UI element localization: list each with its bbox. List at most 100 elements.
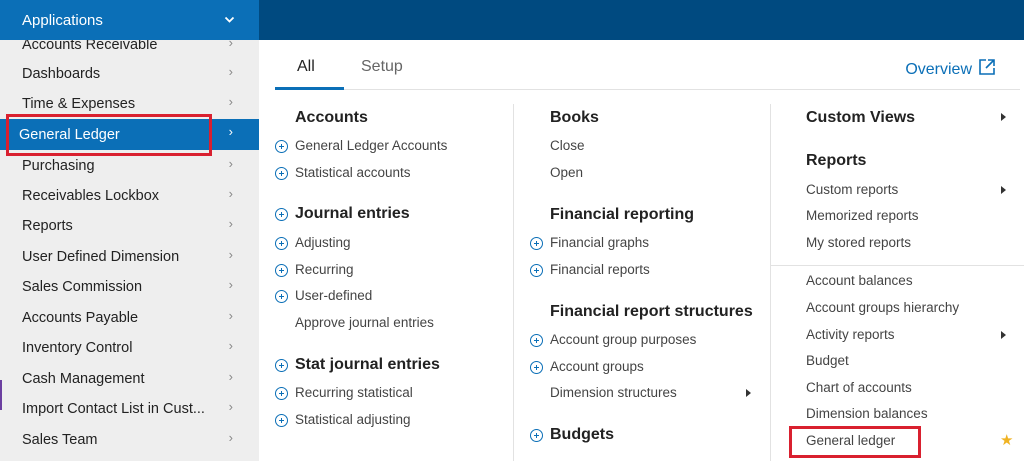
overview-label: Overview	[905, 60, 972, 78]
highlight-box-general-ledger-report	[789, 426, 921, 458]
heading-accounts: Accounts	[295, 109, 368, 126]
heading-custom-views[interactable]: Custom Views	[806, 109, 915, 127]
chevron-right-icon: ›	[228, 124, 233, 139]
add-icon[interactable]	[275, 290, 288, 303]
add-icon[interactable]	[275, 359, 288, 372]
link-account-groups[interactable]: Account groups	[550, 359, 644, 374]
link-user-defined[interactable]: User-defined	[295, 288, 372, 303]
chevron-right-icon: ›	[228, 40, 233, 50]
sidebar-item-label: Accounts Receivable	[22, 40, 158, 53]
column-divider	[770, 104, 771, 461]
chevron-right-icon: ›	[228, 216, 233, 231]
link-financial-graphs[interactable]: Financial graphs	[550, 235, 649, 250]
heading-financial-reporting: Financial reporting	[550, 206, 695, 223]
link-approve-journal-entries[interactable]: Approve journal entries	[295, 315, 434, 330]
sidebar-item-label: Import Contact List in Cust...	[22, 401, 205, 417]
submenu-arrow-icon	[1001, 331, 1006, 339]
sidebar-item-reports[interactable]: Reports ›	[0, 211, 259, 241]
chevron-right-icon: ›	[228, 247, 233, 262]
heading-journal-entries: Journal entries	[295, 205, 410, 222]
link-dimension-structures[interactable]: Dimension structures	[550, 385, 677, 400]
heading-reports: Reports	[806, 152, 867, 169]
sidebar-item-accounts-receivable[interactable]: Accounts Receivable ›	[0, 40, 259, 60]
link-open[interactable]: Open	[550, 165, 583, 180]
link-recurring[interactable]: Recurring	[295, 262, 354, 277]
heading-books: Books	[550, 109, 599, 126]
chevron-down-icon	[224, 12, 235, 27]
sidebar-item-sales-commission[interactable]: Sales Commission ›	[0, 272, 259, 302]
add-icon[interactable]	[275, 140, 288, 153]
chevron-right-icon: ›	[228, 64, 233, 79]
chevron-right-icon: ›	[228, 186, 233, 201]
highlight-box-general-ledger	[6, 114, 212, 156]
link-financial-reports[interactable]: Financial reports	[550, 262, 650, 277]
sidebar-item-label: Inventory Control	[22, 340, 133, 356]
applications-label: Applications	[22, 11, 103, 29]
link-dimension-balances[interactable]: Dimension balances	[806, 406, 928, 421]
submenu-arrow-icon	[746, 389, 751, 397]
add-icon[interactable]	[530, 429, 543, 442]
sidebar-item-label: Accounts Payable	[22, 310, 139, 326]
add-icon[interactable]	[530, 334, 543, 347]
add-icon[interactable]	[275, 387, 288, 400]
link-custom-reports[interactable]: Custom reports	[806, 182, 898, 197]
active-tab-indicator	[275, 87, 344, 90]
chevron-right-icon: ›	[228, 156, 233, 171]
link-chart-of-accounts[interactable]: Chart of accounts	[806, 380, 912, 395]
sidebar-item-label: Sales Commission	[22, 279, 143, 295]
favorite-star-icon[interactable]: ★	[1000, 431, 1013, 449]
add-icon[interactable]	[530, 237, 543, 250]
chevron-right-icon: ›	[228, 399, 233, 414]
chevron-right-icon: ›	[228, 430, 233, 445]
sidebar-item-receivables-lockbox[interactable]: Receivables Lockbox ›	[0, 181, 259, 211]
add-icon[interactable]	[530, 361, 543, 374]
link-budget[interactable]: Budget	[806, 353, 849, 368]
sidebar-item-label: Purchasing	[22, 158, 95, 174]
sidebar-item-label: Reports	[22, 218, 73, 234]
chevron-right-icon: ›	[228, 308, 233, 323]
external-link-icon	[978, 58, 996, 81]
chevron-right-icon: ›	[228, 338, 233, 353]
applications-menu-button[interactable]: Applications	[0, 0, 259, 40]
sidebar-item-accounts-payable[interactable]: Accounts Payable ›	[0, 303, 259, 333]
column-divider	[513, 104, 514, 461]
link-account-group-purposes[interactable]: Account group purposes	[550, 332, 696, 347]
sidebar-item-dashboards[interactable]: Dashboards ›	[0, 59, 259, 89]
overview-link[interactable]: Overview	[905, 58, 996, 81]
link-activity-reports[interactable]: Activity reports	[806, 327, 895, 342]
tab-setup[interactable]: Setup	[361, 58, 403, 76]
sidebar-item-label: Time & Expenses	[22, 96, 136, 112]
link-adjusting[interactable]: Adjusting	[295, 235, 351, 250]
link-account-groups-hierarchy[interactable]: Account groups hierarchy	[806, 300, 959, 315]
add-icon[interactable]	[275, 264, 288, 277]
sidebar-item-user-defined-dimension[interactable]: User Defined Dimension ›	[0, 242, 259, 272]
sidebar-item-label: Receivables Lockbox	[22, 188, 160, 204]
add-icon[interactable]	[275, 208, 288, 221]
link-statistical-adjusting[interactable]: Statistical adjusting	[295, 412, 411, 427]
link-my-stored-reports[interactable]: My stored reports	[806, 235, 911, 250]
add-icon[interactable]	[275, 167, 288, 180]
link-recurring-statistical[interactable]: Recurring statistical	[295, 385, 413, 400]
sidebar-item-sales-team[interactable]: Sales Team ›	[0, 425, 259, 455]
link-memorized-reports[interactable]: Memorized reports	[806, 208, 919, 223]
link-close[interactable]: Close	[550, 138, 585, 153]
section-divider	[771, 265, 1024, 266]
sidebar-item-label: User Defined Dimension	[22, 249, 180, 265]
chevron-right-icon: ›	[228, 94, 233, 109]
heading-stat-journal-entries: Stat journal entries	[295, 356, 440, 373]
add-icon[interactable]	[275, 414, 288, 427]
link-statistical-accounts[interactable]: Statistical accounts	[295, 165, 411, 180]
heading-budgets: Budgets	[550, 426, 614, 443]
chevron-right-icon: ›	[228, 277, 233, 292]
add-icon[interactable]	[530, 264, 543, 277]
applications-sidebar: Accounts Receivable › Dashboards › Time …	[0, 40, 259, 461]
link-general-ledger-accounts[interactable]: General Ledger Accounts	[295, 138, 447, 153]
add-icon[interactable]	[275, 237, 288, 250]
sidebar-item-label: Cash Management	[22, 371, 145, 387]
sidebar-item-inventory-control[interactable]: Inventory Control ›	[0, 333, 259, 363]
sidebar-item-cash-management[interactable]: Cash Management ›	[0, 364, 259, 394]
sidebar-item-import-contact-list[interactable]: Import Contact List in Cust... ›	[0, 394, 259, 424]
submenu-arrow-icon	[1001, 186, 1006, 194]
link-account-balances[interactable]: Account balances	[806, 273, 913, 288]
tab-all[interactable]: All	[297, 58, 315, 76]
